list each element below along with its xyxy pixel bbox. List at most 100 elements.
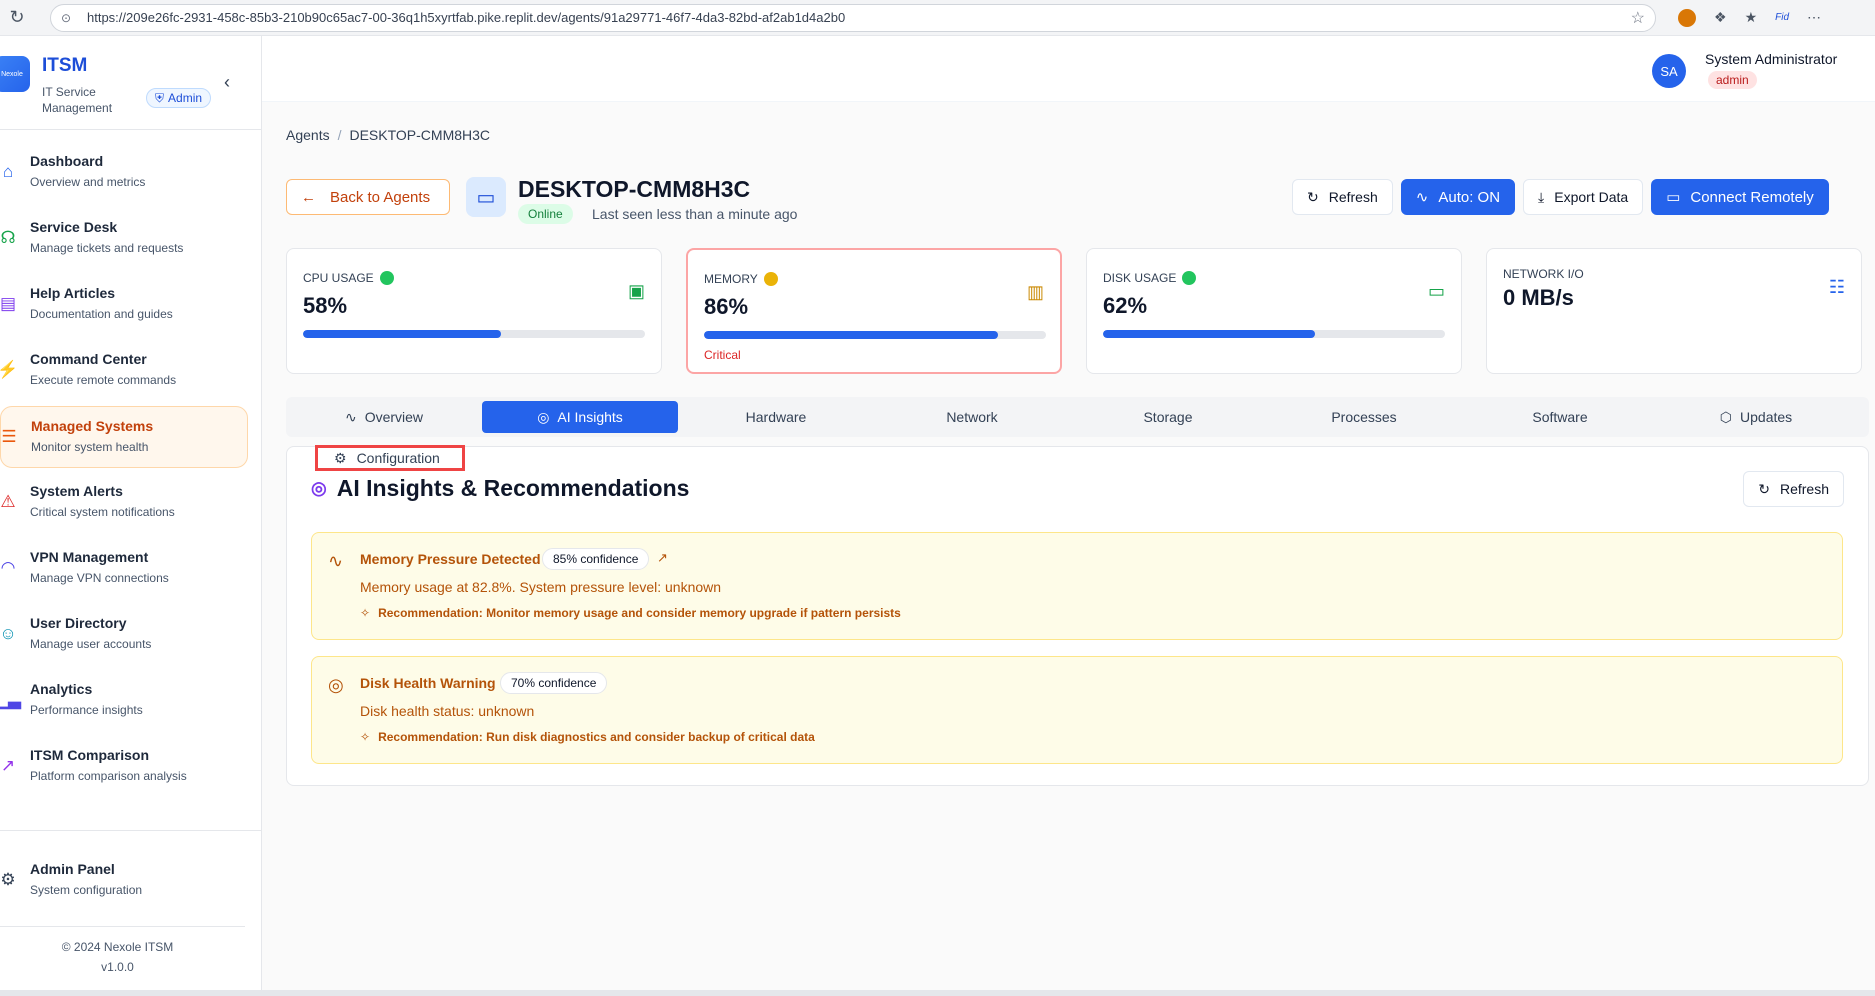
tab-label: Processes bbox=[1331, 409, 1397, 425]
more-menu-icon[interactable]: ⋯ bbox=[1807, 9, 1821, 26]
tab-label: Configuration bbox=[356, 450, 440, 466]
critical-label: Critical bbox=[704, 348, 741, 362]
sidebar-item-desc: System configuration bbox=[30, 883, 143, 897]
user-name: System Administrator bbox=[1705, 51, 1838, 67]
extensions-icon[interactable]: ❖ bbox=[1714, 9, 1727, 26]
last-seen-text: Last seen less than a minute ago bbox=[592, 206, 798, 222]
tab-label: Overview bbox=[364, 409, 424, 425]
bolt-icon: ⚡ bbox=[0, 360, 19, 379]
tab-label: Network bbox=[946, 409, 998, 425]
sidebar-item-managed-systems[interactable]: ☰ Managed Systems Monitor system health bbox=[0, 406, 248, 468]
horizontal-scrollbar[interactable] bbox=[0, 990, 1875, 996]
role-badge: ⛨ Admin bbox=[146, 88, 212, 108]
sparkle-icon: ✧ bbox=[360, 730, 371, 744]
profile-icon[interactable] bbox=[1678, 8, 1696, 27]
sidebar-item-dashboard[interactable]: ⌂ Dashboard Overview and metrics bbox=[0, 142, 248, 204]
cpu-usage-card: CPU USAGE 58% ▣ bbox=[286, 248, 662, 374]
package-icon: ⬡ bbox=[1719, 408, 1733, 425]
monitor-icon: ▭ bbox=[1666, 189, 1681, 206]
metric-value: 62% bbox=[1103, 293, 1148, 318]
header-actions: ↻ Refresh ∿ Auto: ON ⤓ Export Data ▭ Con… bbox=[1292, 179, 1829, 215]
site-info-icon[interactable]: ⊙ bbox=[61, 11, 75, 25]
sidebar-item-user-directory[interactable]: ☺ User Directory Manage user accounts bbox=[0, 604, 248, 666]
trend-icon: ↗ bbox=[0, 756, 16, 775]
sidebar-item-command-center[interactable]: ⚡ Command Center Execute remote commands bbox=[0, 340, 248, 402]
sidebar-item-desc: Manage tickets and requests bbox=[30, 241, 184, 255]
sidebar-item-desc: Overview and metrics bbox=[30, 175, 146, 189]
sidebar-item-desc: Documentation and guides bbox=[30, 307, 173, 321]
sidebar-item-vpn-management[interactable]: ◠ VPN Management Manage VPN connections bbox=[0, 538, 248, 600]
alert-icon: ⚠ bbox=[0, 492, 16, 511]
divider bbox=[0, 926, 245, 927]
sidebar-item-label: Managed Systems bbox=[31, 418, 154, 434]
progress-fill bbox=[704, 331, 999, 339]
tab-network[interactable]: Network bbox=[874, 401, 1070, 433]
refresh-button[interactable]: ↻ Refresh bbox=[1292, 179, 1393, 215]
sidebar-item-label: Dashboard bbox=[30, 153, 104, 169]
tab-configuration[interactable]: ⚙ Configuration bbox=[315, 445, 465, 471]
metric-value: 86% bbox=[704, 294, 749, 319]
insight-description: Disk health status: unknown bbox=[360, 703, 535, 719]
tab-software[interactable]: Software bbox=[1462, 401, 1658, 433]
user-role-badge: admin bbox=[1708, 71, 1757, 89]
insight-title: Memory Pressure Detected bbox=[360, 551, 541, 567]
tab-overview[interactable]: ∿ Overview bbox=[286, 401, 482, 433]
sidebar-item-admin-panel[interactable]: ⚙ Admin Panel System configuration bbox=[0, 850, 248, 910]
divider bbox=[0, 830, 262, 831]
tab-label: Updates bbox=[1740, 409, 1793, 425]
refresh-icon: ↻ bbox=[1307, 188, 1319, 205]
tab-hardware[interactable]: Hardware bbox=[678, 401, 874, 433]
tab-updates[interactable]: ⬡ Updates bbox=[1658, 401, 1854, 433]
progress-fill bbox=[1103, 330, 1316, 338]
tab-processes[interactable]: Processes bbox=[1266, 401, 1462, 433]
memory-icon: ▥ bbox=[1026, 282, 1044, 302]
export-label: Export Data bbox=[1554, 189, 1629, 205]
back-to-agents-button[interactable]: ← Back to Agents bbox=[286, 179, 450, 215]
connect-remotely-button[interactable]: ▭ Connect Remotely bbox=[1651, 179, 1829, 215]
brand-logo[interactable]: Nexole bbox=[0, 56, 30, 92]
auto-refresh-toggle[interactable]: ∿ Auto: ON bbox=[1400, 179, 1516, 215]
sidebar-item-label: Help Articles bbox=[30, 285, 116, 301]
brand-subtitle: IT Service Management bbox=[42, 85, 113, 115]
favorites-icon[interactable]: ★ bbox=[1745, 9, 1758, 26]
sidebar-item-desc: Manage user accounts bbox=[30, 637, 152, 651]
bookmark-star-icon[interactable]: ☆ bbox=[1631, 8, 1645, 28]
status-badge: Online bbox=[518, 204, 573, 224]
address-bar[interactable]: ⊙ https://209e26fc-2931-458c-85b3-210b90… bbox=[50, 3, 1656, 32]
tab-label: AI Insights bbox=[557, 409, 623, 425]
sidebar-item-desc: Manage VPN connections bbox=[30, 571, 169, 585]
refresh-label: Refresh bbox=[1779, 481, 1829, 497]
sidebar: Nexole ITSM IT Service Management ⛨ Admi… bbox=[0, 36, 262, 990]
gear-icon: ⚙ bbox=[0, 870, 16, 889]
sidebar-item-analytics[interactable]: ▁▃ Analytics Performance insights bbox=[0, 670, 248, 732]
insight-description: Memory usage at 82.8%. System pressure l… bbox=[360, 579, 722, 595]
cpu-icon: ▣ bbox=[627, 281, 645, 301]
status-dot-icon bbox=[763, 272, 778, 286]
breadcrumb-separator: / bbox=[337, 127, 342, 143]
users-icon: ☺ bbox=[0, 624, 17, 643]
tab-storage[interactable]: Storage bbox=[1070, 401, 1266, 433]
sidebar-item-label: User Directory bbox=[30, 615, 127, 631]
tab-ai-insights[interactable]: ◎ AI Insights bbox=[482, 401, 678, 433]
sidebar-item-desc: Execute remote commands bbox=[30, 373, 177, 387]
collapse-sidebar-button[interactable]: ‹ bbox=[224, 72, 230, 93]
wifi-icon: ◠ bbox=[0, 558, 16, 577]
confidence-badge: 85% confidence bbox=[542, 548, 650, 570]
auto-refresh-label: Auto: ON bbox=[1438, 188, 1501, 206]
sidebar-item-itsm-comparison[interactable]: ↗ ITSM Comparison Platform comparison an… bbox=[0, 736, 248, 798]
activity-icon: ∿ bbox=[328, 551, 344, 571]
sidebar-item-label: VPN Management bbox=[30, 549, 149, 565]
server-icon: ☰ bbox=[1, 427, 17, 446]
breadcrumb-agents-link[interactable]: Agents bbox=[286, 127, 330, 143]
sidebar-item-help-articles[interactable]: ▤ Help Articles Documentation and guides bbox=[0, 274, 248, 336]
avatar[interactable]: SA bbox=[1652, 54, 1686, 88]
confidence-badge: 70% confidence bbox=[500, 672, 608, 694]
extension-fidelity-icon[interactable]: Fid bbox=[1775, 12, 1789, 23]
export-data-button[interactable]: ⤓ Export Data bbox=[1523, 179, 1644, 215]
metric-label-text: NETWORK I/O bbox=[1503, 267, 1584, 281]
insights-refresh-button[interactable]: ↻ Refresh bbox=[1743, 471, 1844, 507]
reload-icon[interactable]: ↻ bbox=[0, 0, 34, 36]
sidebar-item-system-alerts[interactable]: ⚠ System Alerts Critical system notifica… bbox=[0, 472, 248, 534]
sidebar-item-service-desk[interactable]: ☊ Service Desk Manage tickets and reques… bbox=[0, 208, 248, 270]
tab-label: Software bbox=[1532, 409, 1588, 425]
